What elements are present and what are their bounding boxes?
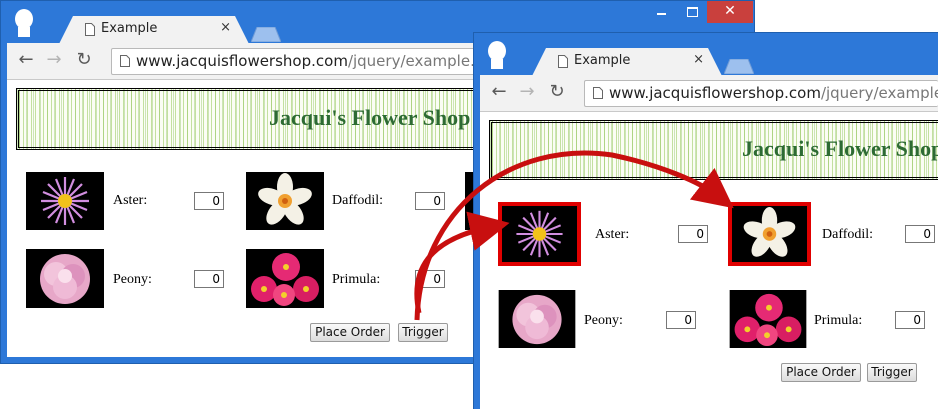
forward-button[interactable]: →: [516, 81, 538, 103]
tab-title: Example: [101, 21, 158, 36]
place-order-button[interactable]: Place Order: [310, 323, 390, 342]
page-icon: [120, 55, 130, 67]
tab-title: Example: [574, 53, 631, 68]
page-header: Jacqui's Flower Shop: [489, 120, 938, 180]
address-bar[interactable]: www.jacquisflowershop.com/jquery/example…: [584, 80, 938, 107]
peony-image: [498, 290, 576, 348]
daffodil-label: Daffodil:: [332, 193, 384, 208]
primula-quantity-input[interactable]: 0: [415, 270, 445, 288]
browser-tab[interactable]: Example ×: [59, 16, 249, 44]
primula-quantity-input[interactable]: 0: [895, 311, 925, 329]
browser-window-after: Example × ← → ↻ www.jacquisflowershop.co…: [473, 32, 938, 409]
primula-label: Primula:: [814, 313, 863, 328]
new-tab-button[interactable]: [251, 27, 281, 42]
reload-button[interactable]: ↻: [546, 81, 568, 103]
profile-avatar-icon[interactable]: [486, 41, 508, 69]
trigger-button[interactable]: Trigger: [867, 363, 917, 382]
url-path: /jquery/example.html: [820, 84, 938, 102]
page-header: Jacqui's Flower Shop: [16, 88, 486, 150]
primula-label: Primula:: [332, 272, 381, 287]
peony-image: [26, 249, 104, 308]
aster-image: [26, 172, 104, 230]
page-icon: [558, 55, 568, 68]
peony-label: Peony:: [584, 313, 623, 328]
close-window-button[interactable]: ✕: [707, 1, 753, 23]
forward-button[interactable]: →: [43, 49, 65, 71]
page-title: Jacqui's Flower Shop: [269, 105, 471, 130]
aster-label: Aster:: [113, 193, 148, 208]
daffodil-quantity-input[interactable]: 0: [415, 192, 445, 210]
browser-tab[interactable]: Example ×: [532, 48, 722, 76]
reload-button[interactable]: ↻: [73, 49, 95, 71]
new-tab-button[interactable]: [724, 59, 754, 74]
tab-close-icon[interactable]: ×: [220, 20, 231, 35]
url-text: www.jacquisflowershop.com/jquery/example…: [136, 52, 509, 70]
primula-image: [729, 290, 807, 348]
aster-image-highlighted: [498, 202, 581, 266]
minimize-button[interactable]: [647, 1, 677, 23]
url-text: www.jacquisflowershop.com/jquery/example…: [609, 84, 938, 102]
page-icon: [85, 23, 95, 36]
tab-strip: Example ×: [474, 33, 938, 76]
primula-image: [246, 249, 324, 308]
browser-toolbar: ← → ↻ www.jacquisflowershop.com/jquery/e…: [480, 75, 938, 112]
aster-quantity-input[interactable]: 0: [678, 225, 708, 243]
back-button[interactable]: ←: [15, 49, 37, 71]
back-button[interactable]: ←: [488, 81, 510, 103]
profile-avatar-icon[interactable]: [13, 9, 35, 37]
peony-label: Peony:: [113, 272, 152, 287]
aster-quantity-input[interactable]: 0: [194, 192, 224, 210]
page-content: Jacqui's Flower Shop Aster: 0 Daffodil: …: [480, 112, 938, 409]
daffodil-quantity-input[interactable]: 0: [905, 225, 935, 243]
daffodil-image: [246, 172, 324, 230]
url-host: www.jacquisflowershop.com: [136, 52, 348, 70]
page-title: Jacqui's Flower Shop: [742, 136, 938, 161]
daffodil-image-highlighted: [728, 202, 811, 266]
peony-quantity-input[interactable]: 0: [194, 270, 224, 288]
aster-label: Aster:: [595, 227, 630, 242]
trigger-button[interactable]: Trigger: [398, 323, 448, 342]
url-host: www.jacquisflowershop.com: [609, 84, 821, 102]
place-order-button[interactable]: Place Order: [781, 363, 861, 382]
page-icon: [593, 87, 603, 99]
daffodil-label: Daffodil:: [822, 227, 874, 242]
tab-close-icon[interactable]: ×: [693, 52, 704, 67]
peony-quantity-input[interactable]: 0: [666, 311, 696, 329]
maximize-button[interactable]: [678, 1, 706, 23]
